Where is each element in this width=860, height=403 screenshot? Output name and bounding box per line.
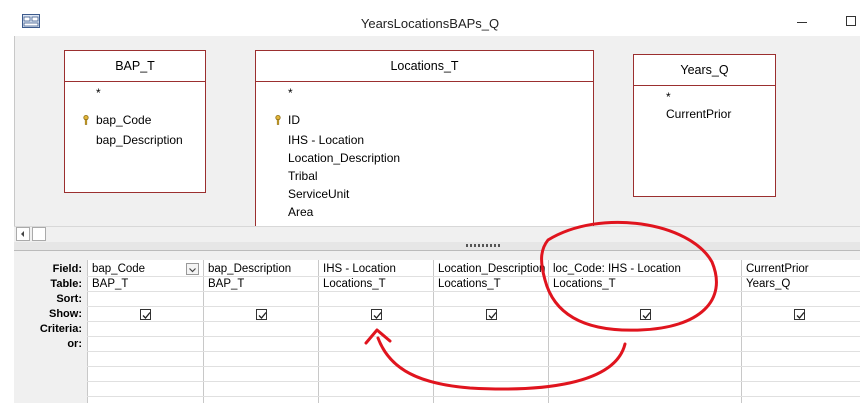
field-cell[interactable]: IHS - Location	[323, 262, 396, 277]
field-cell[interactable]: bap_Description	[208, 262, 291, 277]
checkmark-icon	[642, 312, 651, 319]
scroll-left-button[interactable]	[16, 227, 30, 241]
field-item[interactable]: CurrentPrior	[666, 105, 731, 123]
chevron-down-icon	[189, 268, 196, 273]
grid-row-line	[87, 306, 860, 307]
show-checkbox[interactable]	[140, 309, 151, 320]
field-item[interactable]: bap_Description	[96, 131, 183, 149]
checkmark-icon	[488, 312, 497, 319]
table-box-bap[interactable]: BAP_T * bap_Code bap_Description	[64, 50, 206, 193]
field-item[interactable]: Tribal	[288, 167, 318, 185]
checkmark-icon	[796, 312, 805, 319]
field-item[interactable]: *	[288, 84, 293, 102]
show-checkbox[interactable]	[794, 309, 805, 320]
grid-row-line	[87, 396, 860, 397]
pane-splitter[interactable]	[14, 242, 860, 251]
grid-row-line	[87, 351, 860, 352]
table-title[interactable]: Years_Q	[634, 55, 775, 86]
maximize-icon[interactable]	[846, 16, 856, 26]
table-pane: BAP_T * bap_Code bap_Description Locatio…	[14, 36, 860, 226]
row-label-table: Table:	[50, 278, 82, 290]
row-label-show: Show:	[49, 308, 82, 320]
table-box-years[interactable]: Years_Q * CurrentPrior	[633, 54, 776, 197]
field-cell[interactable]: CurrentPrior	[746, 262, 809, 277]
row-label-criteria: Criteria:	[39, 323, 82, 335]
grid-row-line	[87, 366, 860, 367]
field-item[interactable]: *	[96, 84, 101, 102]
checkmark-icon	[142, 312, 151, 319]
table-cell[interactable]: Locations_T	[323, 277, 386, 292]
table-title[interactable]: BAP_T	[65, 51, 205, 82]
table-cell[interactable]: Years_Q	[746, 277, 790, 292]
grid-row-line	[87, 276, 860, 277]
show-checkbox[interactable]	[486, 309, 497, 320]
grid-row-line	[87, 321, 860, 322]
field-item[interactable]: IHS - Location	[288, 131, 364, 149]
table-box-locations[interactable]: Locations_T * ID IHS - Location Location…	[255, 50, 594, 226]
show-checkbox[interactable]	[256, 309, 267, 320]
row-label-field: Field:	[52, 263, 82, 275]
table-cell[interactable]: Locations_T	[438, 277, 501, 292]
field-item[interactable]: bap_Code	[96, 111, 151, 129]
table-title[interactable]: Locations_T	[256, 51, 593, 82]
checkmark-icon	[258, 312, 267, 319]
window-title: YearsLocationsBAPs_Q	[360, 16, 500, 31]
show-checkbox[interactable]	[640, 309, 651, 320]
table-cell[interactable]: BAP_T	[208, 277, 244, 292]
field-item[interactable]: ServiceUnit	[288, 185, 349, 203]
show-checkbox[interactable]	[371, 309, 382, 320]
field-item[interactable]: *	[666, 88, 671, 106]
field-cell[interactable]: loc_Code: IHS - Location	[553, 262, 681, 277]
table-cell[interactable]: Locations_T	[553, 277, 616, 292]
grid-row-line	[87, 291, 860, 292]
field-dropdown[interactable]	[186, 263, 199, 275]
field-item[interactable]: Area	[288, 203, 313, 221]
field-cell[interactable]: bap_Code	[92, 262, 145, 277]
checkmark-icon	[373, 312, 382, 319]
grid-row-line	[87, 336, 860, 337]
grid-row-line	[87, 381, 860, 382]
primary-key-icon	[83, 115, 89, 125]
table-cell[interactable]: BAP_T	[92, 277, 128, 292]
minimize-icon[interactable]	[797, 22, 807, 23]
row-label-or: or:	[67, 338, 82, 350]
field-item[interactable]: ID	[288, 111, 300, 129]
field-item[interactable]: Location_Description	[288, 149, 400, 167]
horizontal-scrollbar[interactable]	[14, 226, 860, 243]
scroll-thumb[interactable]	[32, 227, 46, 241]
primary-key-icon	[275, 115, 281, 125]
row-label-sort: Sort:	[56, 293, 82, 305]
splitter-grip-icon[interactable]	[466, 244, 502, 247]
arrow-left-icon	[21, 231, 24, 237]
field-cell[interactable]: Location_Description	[438, 262, 545, 277]
